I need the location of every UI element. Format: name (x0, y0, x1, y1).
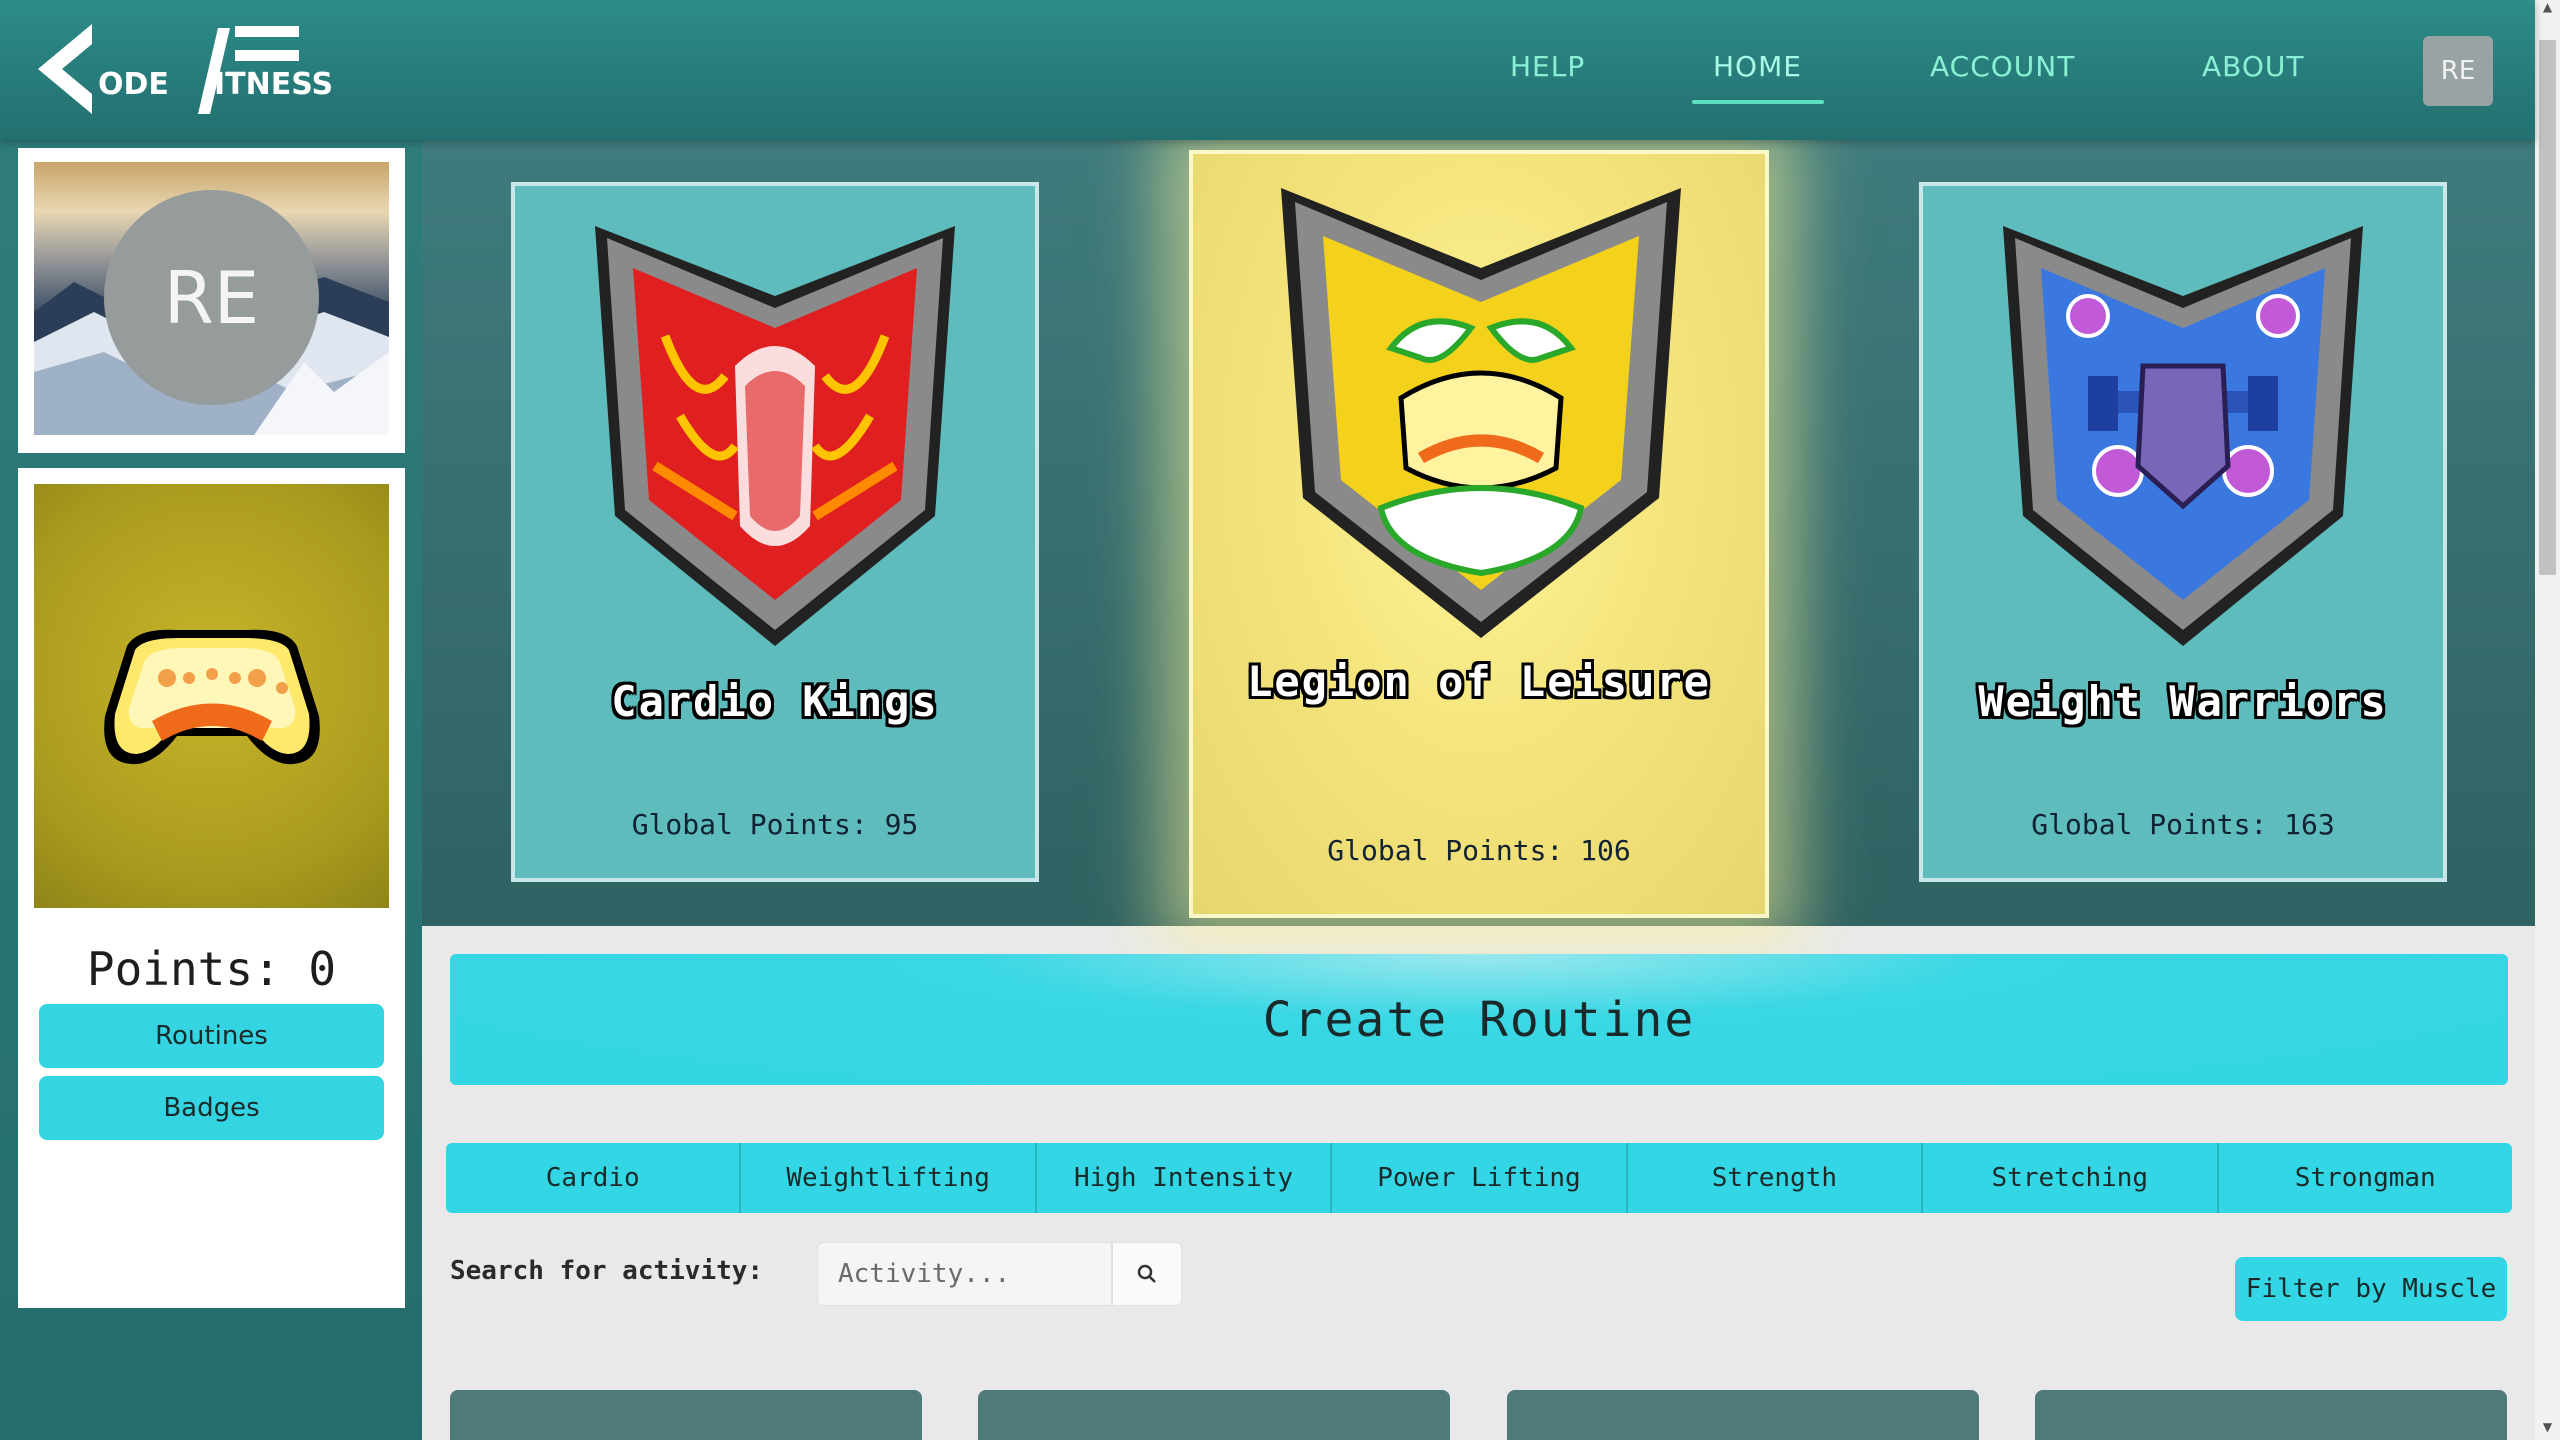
nav-help[interactable]: HELP (1510, 50, 1585, 83)
nav-home[interactable]: HOME (1713, 50, 1802, 83)
points-label: Points: 0 (86, 942, 337, 996)
profile-card: RE (18, 148, 405, 453)
nav-about[interactable]: ABOUT (2202, 50, 2305, 83)
points-panel: Points: 0 Routines Badges (18, 932, 405, 1308)
team-card-cardio-kings[interactable]: Cardio Kings Global Points: 95 (511, 182, 1039, 882)
kode-fitness-logo[interactable]: ODE ITNESS (30, 22, 340, 117)
routine-card[interactable] (1507, 1390, 1979, 1440)
weight-warriors-shield-icon (2003, 226, 2363, 646)
sidebar: RE Points: 0 Routines Badges (0, 140, 422, 1440)
badges-button[interactable]: Badges (39, 1076, 384, 1140)
search-button[interactable] (1112, 1242, 1182, 1306)
filter-tab-high-intensity[interactable]: High Intensity (1036, 1143, 1333, 1213)
scrollbar-thumb[interactable] (2539, 40, 2556, 575)
filter-by-muscle-button[interactable]: Filter by Muscle (2235, 1257, 2507, 1321)
search-icon (1137, 1264, 1156, 1283)
filter-tab-weightlifting[interactable]: Weightlifting (741, 1143, 1037, 1213)
filter-tab-strength[interactable]: Strength (1627, 1143, 1924, 1213)
team-name: Weight Warriors (1978, 677, 2388, 726)
team-card-weight-warriors[interactable]: Weight Warriors Global Points: 163 (1919, 182, 2447, 882)
svg-text:ODE: ODE (98, 67, 169, 102)
top-navbar: ODE ITNESS HELP HOME ACCOUNT ABOUT RE (0, 0, 2535, 140)
routines-button[interactable]: Routines (39, 1004, 384, 1068)
gamepad-icon (103, 629, 320, 765)
team-card-legion-of-leisure[interactable]: Legion of Leisure Global Points: 106 (1189, 150, 1769, 918)
cardio-kings-shield-icon (595, 226, 955, 646)
team-name: Cardio Kings (611, 677, 939, 726)
team-points: Global Points: 106 (1327, 834, 1631, 867)
nav-active-indicator (1692, 100, 1824, 104)
profile-avatar: RE (104, 190, 319, 405)
routine-card[interactable] (450, 1390, 922, 1440)
team-showcase: Cardio Kings Global Points: 95 Legion of… (422, 140, 2535, 926)
filter-tab-power-lifting[interactable]: Power Lifting (1332, 1143, 1628, 1213)
filter-tab-stretching[interactable]: Stretching (1923, 1143, 2219, 1213)
category-filter-tabs: Cardio Weightlifting High Intensity Powe… (446, 1143, 2512, 1213)
svg-text:ITNESS: ITNESS (214, 67, 333, 102)
legion-of-leisure-shield-icon (1281, 188, 1681, 638)
badge-image (34, 484, 389, 908)
routine-card[interactable] (2035, 1390, 2507, 1440)
team-name: Legion of Leisure (1247, 657, 1711, 706)
routine-card[interactable] (978, 1390, 1450, 1440)
page-scrollbar[interactable]: ▲ ▼ (2535, 0, 2560, 1440)
search-label: Search for activity: (450, 1256, 764, 1286)
scroll-down-icon[interactable]: ▼ (2539, 1420, 2556, 1440)
profile-banner-image: RE (34, 162, 389, 435)
activity-search-input[interactable] (817, 1242, 1112, 1306)
nav-account[interactable]: ACCOUNT (1930, 50, 2075, 83)
user-avatar-button[interactable]: RE (2423, 36, 2493, 106)
filter-tab-cardio[interactable]: Cardio (446, 1143, 742, 1213)
team-points: Global Points: 95 (631, 808, 919, 841)
scroll-up-icon[interactable]: ▲ (2539, 0, 2556, 20)
create-routine-button[interactable]: Create Routine (450, 954, 2508, 1085)
team-points: Global Points: 163 (2031, 808, 2335, 841)
filter-tab-strongman[interactable]: Strongman (2218, 1143, 2512, 1213)
